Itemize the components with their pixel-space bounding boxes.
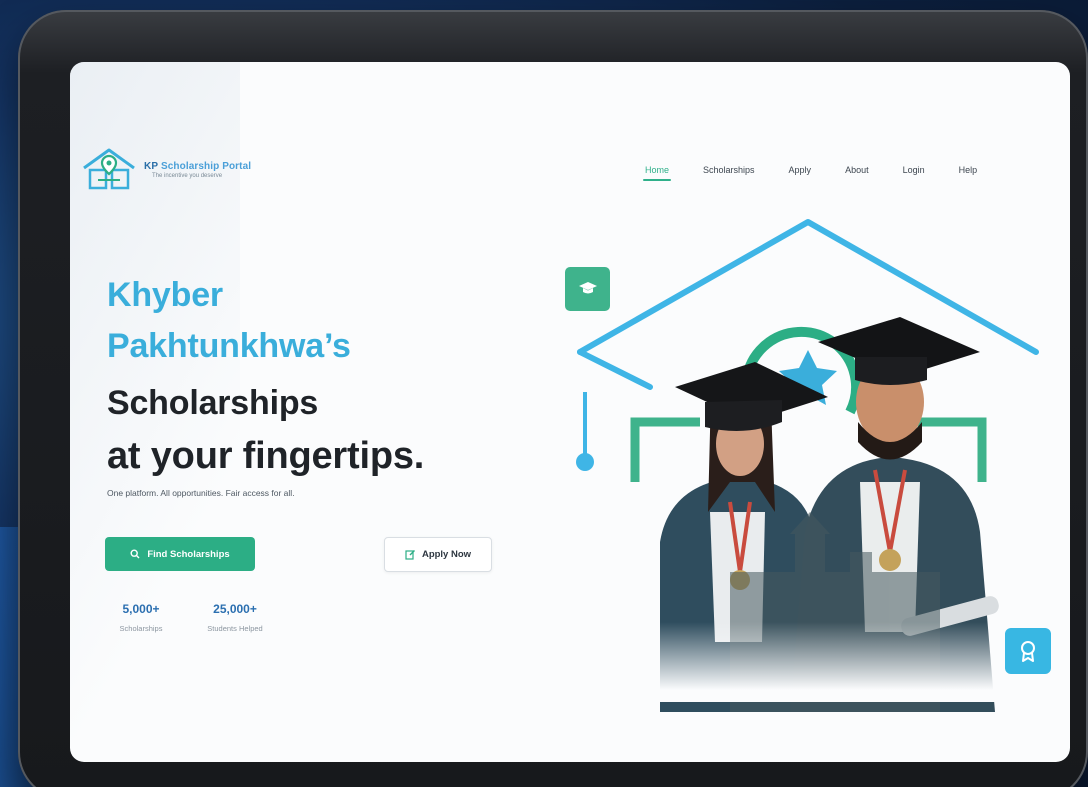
house-location-pin-icon xyxy=(83,148,135,190)
roof-base-left xyxy=(577,349,653,390)
apply-now-button[interactable]: Apply Now xyxy=(384,537,492,572)
tablet-frame: KP Scholarship Portal The incentive you … xyxy=(18,10,1088,787)
nav-apply[interactable]: Apply xyxy=(789,165,812,181)
brand-logo[interactable]: KP Scholarship Portal The incentive you … xyxy=(80,146,251,194)
illustration-fade xyxy=(590,622,1010,702)
nav-home[interactable]: Home xyxy=(642,165,672,181)
brand-name: KP Scholarship Portal xyxy=(144,161,252,172)
brand-tagline: The incentive you deserve xyxy=(152,173,223,179)
stat-label: Students Helped xyxy=(207,624,263,633)
tablet-screen: KP Scholarship Portal The incentive you … xyxy=(70,62,1070,762)
find-scholarships-label: Find Scholarships xyxy=(147,548,230,560)
find-scholarships-button[interactable]: Find Scholarships xyxy=(105,537,255,571)
stat-value: 25,000+ xyxy=(213,602,257,616)
stat-scholarships: 5,000+ Scholarships xyxy=(106,602,176,633)
award-badge xyxy=(1005,628,1051,674)
hero-title-line-3: Scholarships xyxy=(107,384,319,422)
main-nav: Home Scholarships Apply About Login Help xyxy=(642,165,1011,181)
hero-title-line-1: Khyber xyxy=(107,276,223,314)
edit-icon xyxy=(405,550,415,560)
apply-now-label: Apply Now xyxy=(421,549,472,560)
nav-about[interactable]: About xyxy=(845,165,869,181)
hero-title-line-4: at your fingertips. xyxy=(107,435,425,477)
stat-students: 25,000+ Students Helped xyxy=(192,602,278,633)
graduation-cap-icon xyxy=(578,282,597,294)
pole-knob xyxy=(576,453,594,471)
stat-value: 5,000+ xyxy=(122,602,160,616)
search-icon xyxy=(130,549,140,559)
hero-subtitle: One platform. All opportunities. Fair ac… xyxy=(107,488,295,498)
nav-login[interactable]: Login xyxy=(903,165,925,181)
award-icon xyxy=(1021,641,1035,662)
stat-label: Scholarships xyxy=(119,624,163,633)
nav-scholarships[interactable]: Scholarships xyxy=(703,165,755,181)
nav-help[interactable]: Help xyxy=(959,165,978,181)
graduation-cap-badge xyxy=(565,267,610,311)
hero-title-line-2: Pakhtunkhwa’s xyxy=(107,327,351,365)
